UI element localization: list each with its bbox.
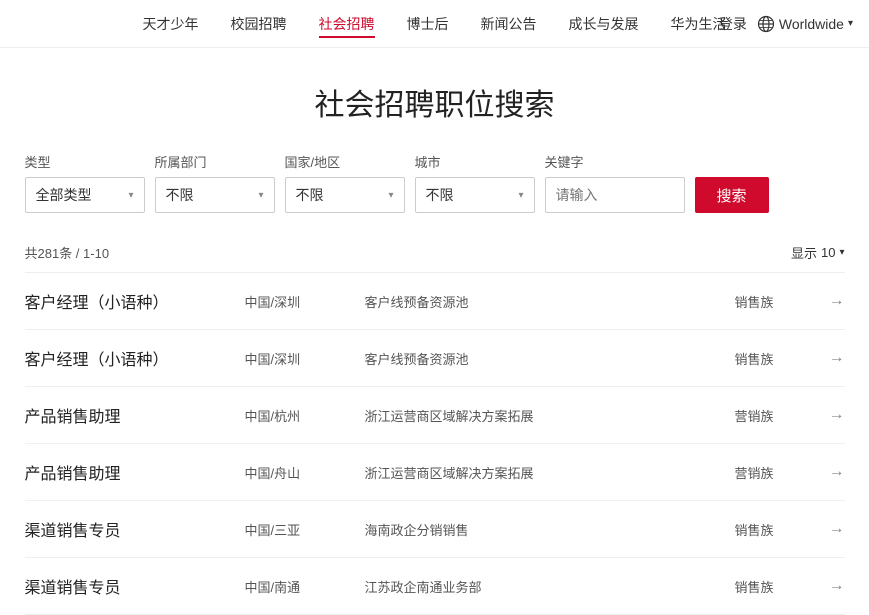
dept-select[interactable]: 不限 ▾ (155, 177, 275, 213)
worldwide-label: Worldwide (779, 16, 844, 32)
type-chevron-icon: ▾ (128, 190, 133, 201)
city-select[interactable]: 不限 ▾ (415, 177, 535, 213)
job-location: 中国/舟山 (245, 463, 365, 482)
job-dept: 江苏政企南通业务部 (365, 577, 735, 596)
job-category: 营销族 (735, 463, 815, 482)
job-category: 销售族 (735, 349, 815, 368)
nav-item-成长与发展[interactable]: 成长与发展 (569, 10, 639, 38)
results-bar: 共281条 / 1-10 显示 10 ▾ (25, 233, 845, 273)
display-label: 显示 (791, 243, 817, 262)
job-category: 销售族 (735, 292, 815, 311)
nav-item-社会招聘[interactable]: 社会招聘 (319, 10, 375, 38)
navigation: 天才少年校园招聘社会招聘博士后新闻公告成长与发展华为生活 登录 Worldwid… (0, 0, 869, 48)
job-title: 渠道销售专员 (25, 517, 245, 541)
login-button[interactable]: 登录 (719, 14, 747, 34)
country-select[interactable]: 不限 ▾ (285, 177, 405, 213)
search-button[interactable]: 搜索 (695, 177, 769, 213)
nav-item-天才少年[interactable]: 天才少年 (143, 10, 199, 38)
city-value: 不限 (426, 185, 454, 205)
dept-filter-group: 所属部门 不限 ▾ (155, 152, 275, 213)
city-chevron-icon: ▾ (518, 190, 523, 201)
nav-item-博士后[interactable]: 博士后 (407, 10, 449, 38)
job-title: 渠道销售专员 (25, 574, 245, 598)
page-content: 社会招聘职位搜索 类型 全部类型 ▾ 所属部门 不限 ▾ 国家/地区 不限 ▾ (5, 80, 865, 615)
job-list-item[interactable]: 渠道销售专员 中国/南通 江苏政企南通业务部 销售族 → (25, 558, 845, 615)
dept-value: 不限 (166, 185, 194, 205)
job-title: 客户经理（小语种） (25, 346, 245, 370)
job-list-item[interactable]: 产品销售助理 中国/杭州 浙江运营商区域解决方案拓展 营销族 → (25, 387, 845, 444)
job-arrow-icon: → (815, 577, 845, 595)
job-list-item[interactable]: 客户经理（小语种） 中国/深圳 客户线预备资源池 销售族 → (25, 273, 845, 330)
page-title: 社会招聘职位搜索 (25, 80, 845, 124)
job-category: 营销族 (735, 406, 815, 425)
nav-item-新闻公告[interactable]: 新闻公告 (481, 10, 537, 38)
keyword-input[interactable] (545, 177, 685, 213)
job-dept: 客户线预备资源池 (365, 349, 735, 368)
job-category: 销售族 (735, 577, 815, 596)
type-filter-group: 类型 全部类型 ▾ (25, 152, 145, 213)
job-location: 中国/深圳 (245, 292, 365, 311)
job-category: 销售族 (735, 520, 815, 539)
job-list-item[interactable]: 产品销售助理 中国/舟山 浙江运营商区域解决方案拓展 营销族 → (25, 444, 845, 501)
city-label: 城市 (415, 152, 535, 171)
nav-right: 登录 Worldwide ▾ (719, 14, 853, 34)
display-count-value: 10 (821, 245, 835, 260)
worldwide-selector[interactable]: Worldwide ▾ (757, 15, 853, 33)
job-dept: 海南政企分销销售 (365, 520, 735, 539)
job-dept: 浙江运营商区域解决方案拓展 (365, 463, 735, 482)
dept-label: 所属部门 (155, 152, 275, 171)
type-label: 类型 (25, 152, 145, 171)
job-location: 中国/三亚 (245, 520, 365, 539)
job-list: 客户经理（小语种） 中国/深圳 客户线预备资源池 销售族 → 客户经理（小语种）… (25, 273, 845, 615)
job-title: 客户经理（小语种） (25, 289, 245, 313)
city-filter-group: 城市 不限 ▾ (415, 152, 535, 213)
type-value: 全部类型 (36, 185, 92, 205)
worldwide-chevron-icon: ▾ (848, 18, 853, 29)
job-list-item[interactable]: 客户经理（小语种） 中国/深圳 客户线预备资源池 销售族 → (25, 330, 845, 387)
job-arrow-icon: → (815, 292, 845, 310)
country-filter-group: 国家/地区 不限 ▾ (285, 152, 405, 213)
job-location: 中国/南通 (245, 577, 365, 596)
country-value: 不限 (296, 185, 324, 205)
job-arrow-icon: → (815, 520, 845, 538)
job-location: 中国/深圳 (245, 349, 365, 368)
job-dept: 客户线预备资源池 (365, 292, 735, 311)
keyword-label: 关键字 (545, 152, 685, 171)
job-title: 产品销售助理 (25, 403, 245, 427)
job-arrow-icon: → (815, 463, 845, 481)
keyword-filter-group: 关键字 (545, 152, 685, 213)
country-label: 国家/地区 (285, 152, 405, 171)
type-select[interactable]: 全部类型 ▾ (25, 177, 145, 213)
job-arrow-icon: → (815, 406, 845, 424)
filters-row: 类型 全部类型 ▾ 所属部门 不限 ▾ 国家/地区 不限 ▾ 城市 不限 (25, 152, 845, 213)
job-location: 中国/杭州 (245, 406, 365, 425)
results-count: 共281条 / 1-10 (25, 243, 110, 262)
job-dept: 浙江运营商区域解决方案拓展 (365, 406, 735, 425)
country-chevron-icon: ▾ (388, 190, 393, 201)
display-count-selector[interactable]: 显示 10 ▾ (791, 243, 845, 262)
job-list-item[interactable]: 渠道销售专员 中国/三亚 海南政企分销销售 销售族 → (25, 501, 845, 558)
job-title: 产品销售助理 (25, 460, 245, 484)
nav-items: 天才少年校园招聘社会招聘博士后新闻公告成长与发展华为生活 (143, 10, 727, 38)
dept-chevron-icon: ▾ (258, 190, 263, 201)
globe-icon (757, 15, 775, 33)
nav-item-校园招聘[interactable]: 校园招聘 (231, 10, 287, 38)
job-arrow-icon: → (815, 349, 845, 367)
display-chevron-icon: ▾ (839, 247, 844, 258)
